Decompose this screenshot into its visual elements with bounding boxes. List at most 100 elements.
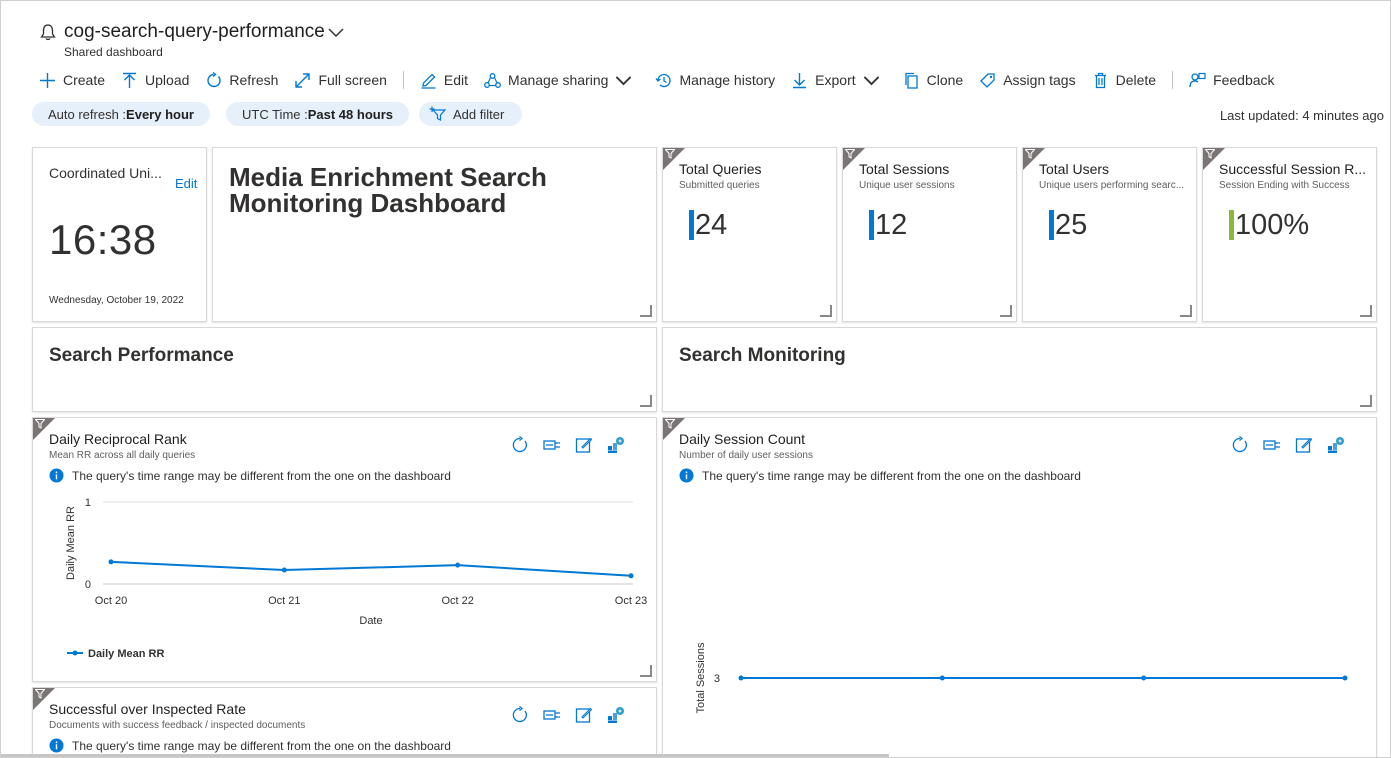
assign-tags-button[interactable]: Assign tags xyxy=(979,72,1076,89)
info-icon xyxy=(679,468,694,483)
auto-refresh-pill[interactable]: Auto refresh : Every hour xyxy=(32,102,210,126)
series-line-daily-mean-rr xyxy=(110,560,632,577)
y-tick-label: 0 xyxy=(85,579,91,591)
kpi-subtitle: Unique user sessions xyxy=(859,180,955,191)
time-range-note: The query's time range may be different … xyxy=(49,468,451,483)
refresh-button[interactable]: Refresh xyxy=(205,71,278,89)
kpi-subtitle: Session Ending with Success xyxy=(1219,180,1350,191)
open-query-icon[interactable] xyxy=(543,706,561,724)
resize-handle[interactable] xyxy=(1180,305,1192,317)
create-button[interactable]: Create xyxy=(39,72,105,89)
session-count-chart: Total Sessions 3 xyxy=(695,642,1348,713)
delete-label: Delete xyxy=(1115,72,1157,88)
data-point xyxy=(1342,675,1348,681)
utc-time-pill[interactable]: UTC Time : Past 48 hours xyxy=(226,102,409,126)
kpi-tile-total-users[interactable]: Total Users Unique users performing sear… xyxy=(1022,147,1197,322)
resize-handle[interactable] xyxy=(820,305,832,317)
upload-label: Upload xyxy=(145,72,190,88)
open-query-icon[interactable] xyxy=(543,436,561,454)
filter-icon xyxy=(1025,149,1035,159)
edit-icon[interactable] xyxy=(575,706,593,724)
expand-icon xyxy=(295,72,311,88)
feedback-button[interactable]: Feedback xyxy=(1189,72,1275,89)
filter-icon xyxy=(35,419,45,429)
kpi-tile-successful-session-rate[interactable]: Successful Session R... Session Ending w… xyxy=(1202,147,1377,322)
resize-handle[interactable] xyxy=(1000,305,1012,317)
dashboard-title[interactable]: cog-search-query-performance xyxy=(64,21,325,43)
filter-icon xyxy=(1205,149,1215,159)
chart-title: Daily Session Count xyxy=(679,431,806,447)
clock-tile[interactable]: Coordinated Uni... Edit 16:38 Wednesday,… xyxy=(32,147,207,322)
time-range-note: The query's time range may be different … xyxy=(49,738,451,753)
edit-button[interactable]: Edit xyxy=(420,72,468,89)
utc-time-value: Past 48 hours xyxy=(307,106,393,122)
section-tile-performance[interactable]: Search Performance xyxy=(32,327,657,412)
insights-icon[interactable] xyxy=(607,436,625,454)
chart-actions xyxy=(511,435,639,454)
chart-tile-reciprocal-rank[interactable]: Daily Reciprocal Rank Mean RR across all… xyxy=(32,417,657,682)
time-range-note: The query's time range may be different … xyxy=(679,468,1081,483)
kpi-accent-bar xyxy=(1229,210,1234,240)
chart-tile-session-count[interactable]: Daily Session Count Number of daily user… xyxy=(662,417,1377,757)
history-icon xyxy=(655,73,672,87)
chart-subtitle: Number of daily user sessions xyxy=(679,450,813,461)
manage-sharing-label: Manage sharing xyxy=(508,72,609,88)
resize-handle[interactable] xyxy=(640,305,652,317)
fullscreen-button[interactable]: Full screen xyxy=(294,72,387,89)
manage-sharing-button[interactable]: Manage sharing xyxy=(484,72,639,89)
edit-icon[interactable] xyxy=(575,436,593,454)
kpi-title: Total Sessions xyxy=(859,161,950,177)
refresh-icon[interactable] xyxy=(1231,435,1249,454)
kpi-tile-total-sessions[interactable]: Total Sessions Unique user sessions 12 xyxy=(842,147,1017,322)
open-query-icon[interactable] xyxy=(1263,436,1281,454)
x-tick-label: Oct 20 xyxy=(95,595,127,607)
data-point xyxy=(939,675,945,681)
refresh-icon xyxy=(207,71,222,87)
chevron-down-icon xyxy=(616,75,632,85)
export-button[interactable]: Export xyxy=(791,72,886,89)
upload-icon xyxy=(123,72,137,88)
clock-edit-link[interactable]: Edit xyxy=(175,176,197,191)
insights-icon[interactable] xyxy=(1327,436,1345,454)
data-point xyxy=(455,562,461,568)
y-axis-label: Daily Mean RR xyxy=(65,506,77,580)
clone-button[interactable]: Clone xyxy=(903,72,964,89)
manage-history-button[interactable]: Manage history xyxy=(655,72,775,89)
resize-handle[interactable] xyxy=(1360,305,1372,317)
kpi-subtitle: Unique users performing searc... xyxy=(1039,180,1185,191)
y-tick-label: 1 xyxy=(85,497,91,509)
insights-icon[interactable] xyxy=(607,706,625,724)
resize-handle[interactable] xyxy=(640,395,652,407)
edit-icon[interactable] xyxy=(1295,436,1313,454)
markdown-tile[interactable]: Media Enrichment Search Monitoring Dashb… xyxy=(212,147,657,322)
add-filter-pill[interactable]: Add filter xyxy=(419,102,523,126)
time-range-note-text: The query's time range may be different … xyxy=(72,738,451,753)
resize-handle[interactable] xyxy=(1360,395,1372,407)
filter-icon xyxy=(665,419,675,429)
chevron-down-icon[interactable] xyxy=(328,25,344,39)
delete-button[interactable]: Delete xyxy=(1092,72,1156,89)
section-tile-monitoring[interactable]: Search Monitoring xyxy=(662,327,1377,412)
dashboard-frame: cog-search-query-performance Shared dash… xyxy=(0,0,1391,758)
chart-tile-inspected-rate[interactable]: Successful over Inspected Rate Documents… xyxy=(32,687,657,757)
reciprocal-rank-chart: 1 0 Daily Mean RR Oct 20 Oct 21 Oct 22 Oct 23 D… xyxy=(65,497,647,660)
chart-subtitle: Documents with success feedback / inspec… xyxy=(49,720,306,731)
horizontal-scrollbar[interactable] xyxy=(1,754,889,757)
time-range-note-text: The query's time range may be different … xyxy=(72,468,451,483)
clone-label: Clone xyxy=(926,72,964,88)
x-tick-label: Oct 22 xyxy=(441,595,473,607)
share-icon xyxy=(484,72,501,88)
resize-handle[interactable] xyxy=(640,665,652,677)
upload-button[interactable]: Upload xyxy=(121,72,189,89)
time-range-note-text: The query's time range may be different … xyxy=(702,468,1081,483)
refresh-icon[interactable] xyxy=(511,705,529,724)
chart-actions xyxy=(511,705,639,724)
refresh-icon[interactable] xyxy=(511,435,529,454)
plus-icon xyxy=(40,72,55,88)
add-filter-icon xyxy=(429,106,447,121)
download-icon xyxy=(793,72,807,88)
data-point xyxy=(281,567,287,573)
copy-icon xyxy=(904,72,918,89)
kpi-accent-bar xyxy=(869,210,874,240)
kpi-tile-total-queries[interactable]: Total Queries Submitted queries 24 xyxy=(662,147,837,322)
